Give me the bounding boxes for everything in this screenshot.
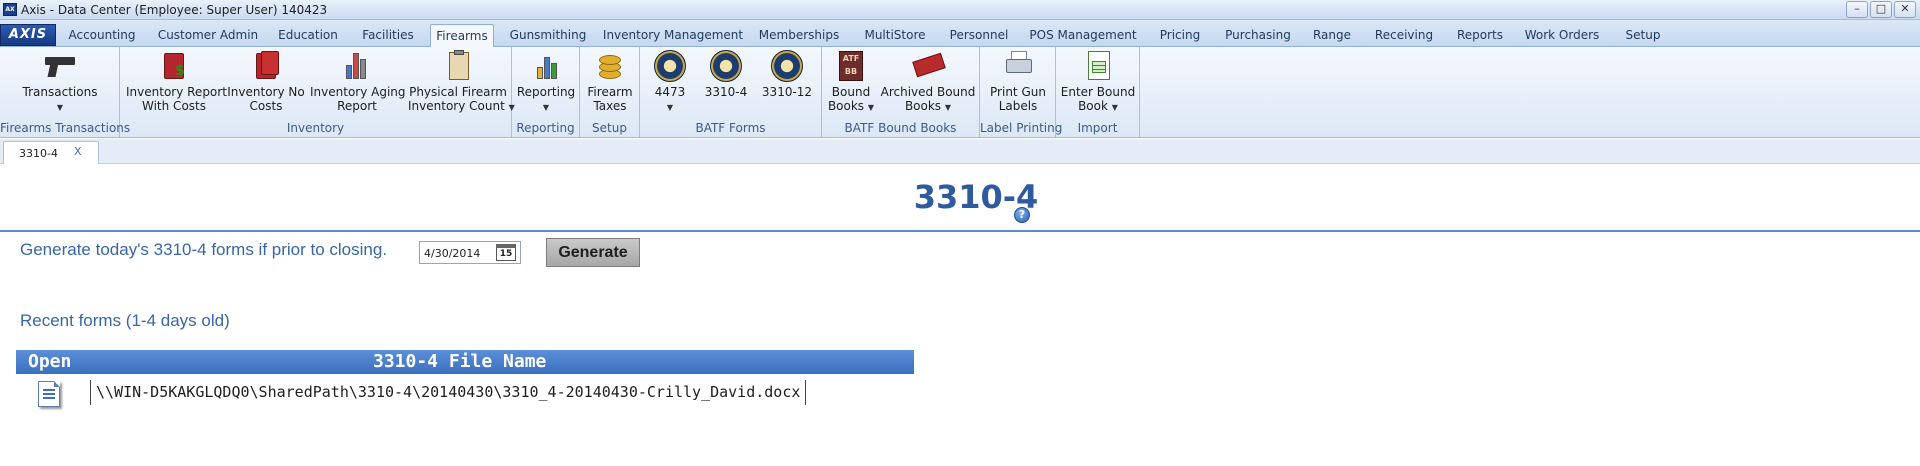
tab-purchasing[interactable]: Purchasing: [1216, 24, 1300, 47]
group-setup: Firearm Taxes Setup: [580, 47, 640, 137]
file-name-cell[interactable]: \\WIN-D5KAKGLQDQ0\SharedPath\3310-4\2014…: [90, 380, 807, 405]
doc-tab-label: 3310-4: [19, 147, 58, 160]
tab-setup[interactable]: Setup: [1616, 24, 1670, 47]
axis-logo[interactable]: AXIS: [0, 24, 56, 46]
tab-pos-management[interactable]: POS Management: [1022, 24, 1144, 47]
tab-facilities[interactable]: Facilities: [352, 24, 424, 47]
transactions-button[interactable]: Transactions ▼: [18, 49, 102, 113]
axis-app-icon: AX: [3, 3, 17, 16]
group-import: Enter Bound Book ▼ Import: [1056, 47, 1140, 137]
spreadsheet-icon: [1081, 49, 1115, 83]
print-gun-labels-button[interactable]: Print Gun Labels: [984, 49, 1052, 113]
group-label: BATF Bound Books: [844, 121, 957, 135]
window-controls: – □ ✕: [1846, 1, 1916, 18]
bound-books-button[interactable]: ATF BB Bound Books ▼: [826, 49, 876, 115]
group-label-printing: Print Gun Labels Label Printing: [980, 47, 1063, 137]
bar-chart-icon: [340, 49, 374, 83]
divider: [0, 230, 1920, 232]
tab-customer-admin[interactable]: Customer Admin: [152, 24, 264, 47]
dropdown-arrow-icon: ▼: [542, 103, 550, 112]
calendar-icon[interactable]: 15: [496, 244, 516, 261]
close-button[interactable]: ✕: [1894, 1, 1916, 18]
window-title: Axis - Data Center (Employee: Super User…: [21, 3, 328, 17]
column-header-open: Open: [28, 351, 72, 372]
tab-work-orders[interactable]: Work Orders: [1516, 24, 1608, 47]
group-label: Label Printing: [980, 121, 1063, 135]
group-reporting: Reporting ▼ Reporting: [512, 47, 580, 137]
title-bar: AX Axis - Data Center (Employee: Super U…: [0, 0, 1920, 20]
group-label: Firearms Transactions: [0, 121, 131, 135]
dropdown-arrow-icon: ▼: [1111, 103, 1118, 112]
tab-memberships[interactable]: Memberships: [752, 24, 846, 47]
tab-reports[interactable]: Reports: [1452, 24, 1508, 47]
form-4473-button[interactable]: 4473 ▼: [644, 49, 696, 113]
printer-icon: [1001, 49, 1035, 83]
reporting-button[interactable]: Reporting ▼: [514, 49, 578, 113]
group-label: BATF Forms: [695, 121, 766, 135]
inventory-no-costs-button[interactable]: Inventory No Costs: [226, 49, 306, 113]
dropdown-arrow-icon: ▼: [56, 103, 64, 112]
tab-inventory-management[interactable]: Inventory Management: [602, 24, 744, 47]
book-dollar-icon: $: [157, 49, 191, 83]
group-batf-forms: 4473 ▼ 3310-4 3310-12 BATF Forms: [640, 47, 822, 137]
group-label: Inventory: [286, 121, 345, 135]
tab-firearms[interactable]: Firearms: [430, 24, 494, 48]
physical-firearm-inventory-count-button[interactable]: Physical Firearm Inventory Count ▼: [408, 49, 515, 115]
ribbon: Transactions ▼ Firearms Transactions $ I…: [0, 47, 1920, 138]
doc-tab-3310-4[interactable]: 3310-4 X: [3, 141, 99, 164]
tab-multistore[interactable]: MultiStore: [854, 24, 936, 47]
recent-forms-heading: Recent forms (1-4 days old): [20, 311, 230, 330]
column-header-file-name: 3310-4 File Name: [373, 351, 547, 372]
firearm-taxes-button[interactable]: Firearm Taxes: [584, 49, 636, 113]
atf-book-icon: ATF BB: [834, 49, 868, 83]
clipboard-icon: [441, 49, 475, 83]
close-tab-icon[interactable]: X: [74, 145, 82, 158]
grid-header: Open 3310-4 File Name: [16, 350, 914, 374]
batf-seal-icon: [770, 49, 804, 83]
generate-button[interactable]: Generate: [546, 238, 640, 267]
tab-accounting[interactable]: Accounting: [60, 24, 144, 47]
menu-bar: AXIS Accounting Customer Admin Education…: [0, 20, 1920, 48]
archived-bound-books-button[interactable]: Archived Bound Books ▼: [880, 49, 976, 115]
help-icon[interactable]: ?: [1014, 207, 1030, 223]
document-tab-strip: 3310-4 X: [0, 139, 1920, 164]
group-label: Import: [1077, 121, 1118, 135]
tab-gunsmithing[interactable]: Gunsmithing: [502, 24, 594, 47]
archived-stamp-icon: [911, 49, 946, 83]
tab-personnel[interactable]: Personnel: [944, 24, 1014, 47]
tab-education[interactable]: Education: [272, 24, 344, 47]
inventory-report-with-costs-button[interactable]: $ Inventory Report With Costs: [126, 49, 227, 113]
date-input[interactable]: [424, 245, 490, 261]
maximize-button[interactable]: □: [1870, 1, 1892, 18]
report-chart-icon: [529, 49, 563, 83]
group-inventory: $ Inventory Report With Costs Inventory …: [120, 47, 515, 137]
date-picker[interactable]: 15: [419, 241, 521, 264]
book-icon: [249, 49, 283, 83]
form-3310-4-button[interactable]: 3310-4: [698, 49, 754, 99]
table-row: \\WIN-D5KAKGLQDQ0\SharedPath\3310-4\2014…: [16, 376, 914, 408]
tab-range[interactable]: Range: [1308, 24, 1356, 47]
dropdown-arrow-icon: ▼: [867, 103, 875, 112]
group-batf-bound-books: ATF BB Bound Books ▼ Archived Bound Book…: [822, 47, 980, 137]
form-3310-12-button[interactable]: 3310-12: [756, 49, 818, 99]
coins-icon: [593, 49, 627, 83]
enter-bound-book-button[interactable]: Enter Bound Book ▼: [1060, 49, 1136, 115]
group-firearms-transactions: Transactions ▼ Firearms Transactions: [0, 47, 131, 137]
pistol-icon: [43, 49, 77, 83]
group-label: Setup: [592, 121, 627, 135]
minimize-button[interactable]: –: [1846, 1, 1868, 18]
dropdown-arrow-icon: ▼: [944, 103, 952, 112]
tab-pricing[interactable]: Pricing: [1152, 24, 1208, 47]
tab-receiving[interactable]: Receiving: [1364, 24, 1444, 47]
generate-instructions: Generate today's 3310-4 forms if prior t…: [20, 240, 388, 259]
dropdown-arrow-icon: ▼: [666, 103, 674, 112]
open-document-icon[interactable]: [38, 381, 60, 407]
batf-seal-icon: [653, 49, 687, 83]
batf-seal-icon: [709, 49, 743, 83]
inventory-aging-report-button[interactable]: Inventory Aging Report: [310, 49, 406, 113]
page-title-wrap: 3310-4: [0, 178, 1920, 216]
group-label: Reporting: [516, 121, 575, 135]
